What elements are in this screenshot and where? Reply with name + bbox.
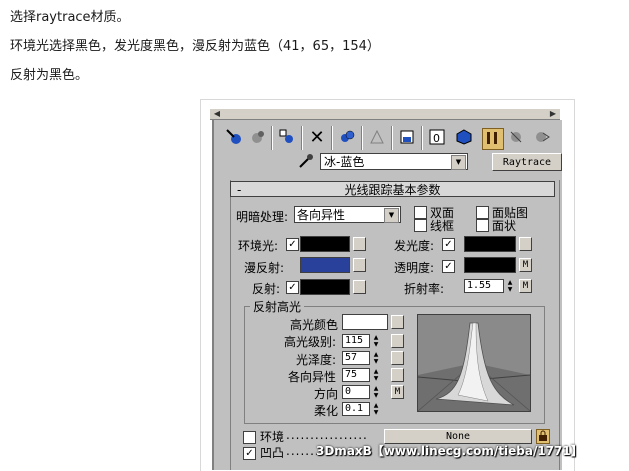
spinner-arrows-icon[interactable]: ▲ ▼	[372, 402, 380, 416]
material-editor-panel: ✕ 0 冰-蓝色 ▼ Raytrace - 光线跟踪基本参数 明暗处理: 各向异…	[212, 120, 562, 470]
show-in-viewport-icon[interactable]	[454, 128, 474, 148]
luminosity-color-swatch[interactable]	[464, 236, 516, 252]
ior-label: 折射率:	[404, 282, 445, 296]
soften-label: 柔化	[314, 404, 339, 418]
anisotropy-label: 各向异性	[288, 370, 337, 384]
bump-label: 凹凸	[260, 446, 285, 460]
face-map-checkbox[interactable]	[476, 206, 489, 219]
specular-color-map-button[interactable]	[391, 315, 404, 329]
specular-color-swatch[interactable]	[342, 314, 388, 330]
two-sided-checkbox[interactable]	[414, 206, 427, 219]
material-id-icon[interactable]: 0	[427, 128, 447, 148]
ambient-checkbox[interactable]: ✓	[286, 238, 299, 251]
intro-line-2: 环境光选择黑色，发光度黑色，漫反射为蓝色（41，65，154）	[10, 39, 380, 54]
go-to-parent-icon[interactable]	[506, 128, 526, 148]
transparency-checkbox[interactable]: ✓	[442, 260, 455, 273]
environment-dots: .................	[286, 428, 368, 442]
scroll-left-icon[interactable]: ◀	[212, 109, 222, 118]
luminosity-checkbox[interactable]: ✓	[442, 238, 455, 251]
eyedropper-icon[interactable]	[298, 153, 314, 173]
ambient-color-swatch[interactable]	[300, 236, 350, 252]
soften-field[interactable]: 0.1	[342, 402, 370, 416]
intro-line-1: 选择raytrace材质。	[10, 10, 130, 25]
shading-value: 各向异性	[297, 208, 346, 222]
transparency-label: 透明度:	[394, 261, 435, 275]
glossiness-label: 光泽度:	[296, 353, 337, 367]
horizontal-scrollbar[interactable]: ◀ ▶	[210, 109, 560, 120]
ambient-map-button[interactable]	[353, 237, 366, 251]
material-name-text: 冰-蓝色	[324, 155, 365, 169]
ior-field[interactable]: 1.55	[464, 279, 504, 293]
luminosity-map-button[interactable]	[519, 237, 532, 251]
delete-icon[interactable]: ✕	[307, 128, 327, 148]
put-to-scene-icon[interactable]	[277, 128, 297, 148]
faceted-checkbox[interactable]	[476, 219, 489, 232]
pick-material-icon[interactable]	[247, 128, 267, 148]
chevron-down-icon[interactable]: ▼	[384, 208, 399, 223]
shading-dropdown[interactable]: 各向异性 ▼	[294, 206, 401, 223]
highlight-graph	[417, 314, 531, 412]
reflect-map-button[interactable]	[353, 280, 366, 294]
go-forward-icon[interactable]	[532, 128, 552, 148]
transparency-map-button[interactable]: M	[519, 258, 532, 272]
luminosity-label: 发光度:	[394, 239, 435, 253]
shading-label: 明暗处理:	[236, 210, 289, 224]
reflect-checkbox[interactable]: ✓	[286, 281, 299, 294]
orientation-label: 方向	[314, 387, 339, 401]
spinner-arrows-icon[interactable]: ▲ ▼	[372, 334, 380, 348]
svg-text:0: 0	[433, 132, 440, 145]
diffuse-map-button[interactable]	[353, 258, 366, 272]
specular-color-label: 高光颜色	[290, 318, 339, 332]
specular-level-field[interactable]: 115	[342, 334, 370, 348]
spinner-arrows-icon[interactable]: ▲ ▼	[372, 368, 380, 382]
ior-map-button[interactable]: M	[519, 279, 532, 293]
spinner-arrows-icon[interactable]: ▲ ▼	[372, 385, 380, 399]
wire-label: 线框	[430, 219, 455, 233]
ambient-label: 环境光:	[238, 239, 279, 253]
specular-level-label: 高光级别:	[284, 335, 337, 349]
spinner-arrows-icon[interactable]: ▲ ▼	[372, 351, 380, 365]
orientation-map-button[interactable]: M	[391, 385, 404, 399]
diffuse-color-swatch[interactable]	[300, 257, 350, 273]
diffuse-label: 漫反射:	[244, 261, 285, 275]
show-map-icon[interactable]	[337, 128, 357, 148]
reflect-label: 反射:	[252, 282, 281, 296]
rollout-header[interactable]: - 光线跟踪基本参数	[230, 181, 555, 197]
spinner-arrows-icon[interactable]: ▲ ▼	[506, 279, 514, 293]
get-material-icon[interactable]	[224, 128, 244, 148]
glossiness-field[interactable]: 57	[342, 351, 370, 365]
bump-checkbox[interactable]: ✓	[243, 447, 256, 460]
chevron-down-icon[interactable]: ▼	[451, 155, 466, 170]
orientation-field[interactable]: 0	[342, 385, 370, 399]
specular-level-map-button[interactable]	[391, 334, 404, 348]
make-unique-icon[interactable]	[367, 128, 387, 148]
watermark: 3DmaxB【www.linecg.com/tieba/1771】	[316, 444, 583, 458]
glossiness-map-button[interactable]	[391, 351, 404, 365]
put-to-library-icon[interactable]	[397, 128, 417, 148]
environment-label: 环境	[260, 430, 285, 444]
reflect-color-swatch[interactable]	[300, 279, 350, 295]
material-type-button[interactable]: Raytrace	[492, 153, 562, 171]
rollout-toggle[interactable]: -	[237, 182, 241, 198]
material-name-field[interactable]: 冰-蓝色 ▼	[320, 153, 468, 170]
rollout-title: 光线跟踪基本参数	[344, 183, 441, 197]
transparency-color-swatch[interactable]	[464, 257, 516, 273]
show-end-result-icon[interactable]	[482, 128, 504, 150]
faceted-label: 面状	[492, 219, 517, 233]
anisotropy-map-button[interactable]	[391, 368, 404, 382]
scroll-right-icon[interactable]: ▶	[548, 109, 558, 118]
environment-checkbox[interactable]	[243, 431, 256, 444]
wire-checkbox[interactable]	[414, 219, 427, 232]
anisotropy-field[interactable]: 75	[342, 368, 370, 382]
intro-line-3: 反射为黑色。	[10, 68, 89, 83]
specular-group-title: 反射高光	[250, 298, 305, 315]
